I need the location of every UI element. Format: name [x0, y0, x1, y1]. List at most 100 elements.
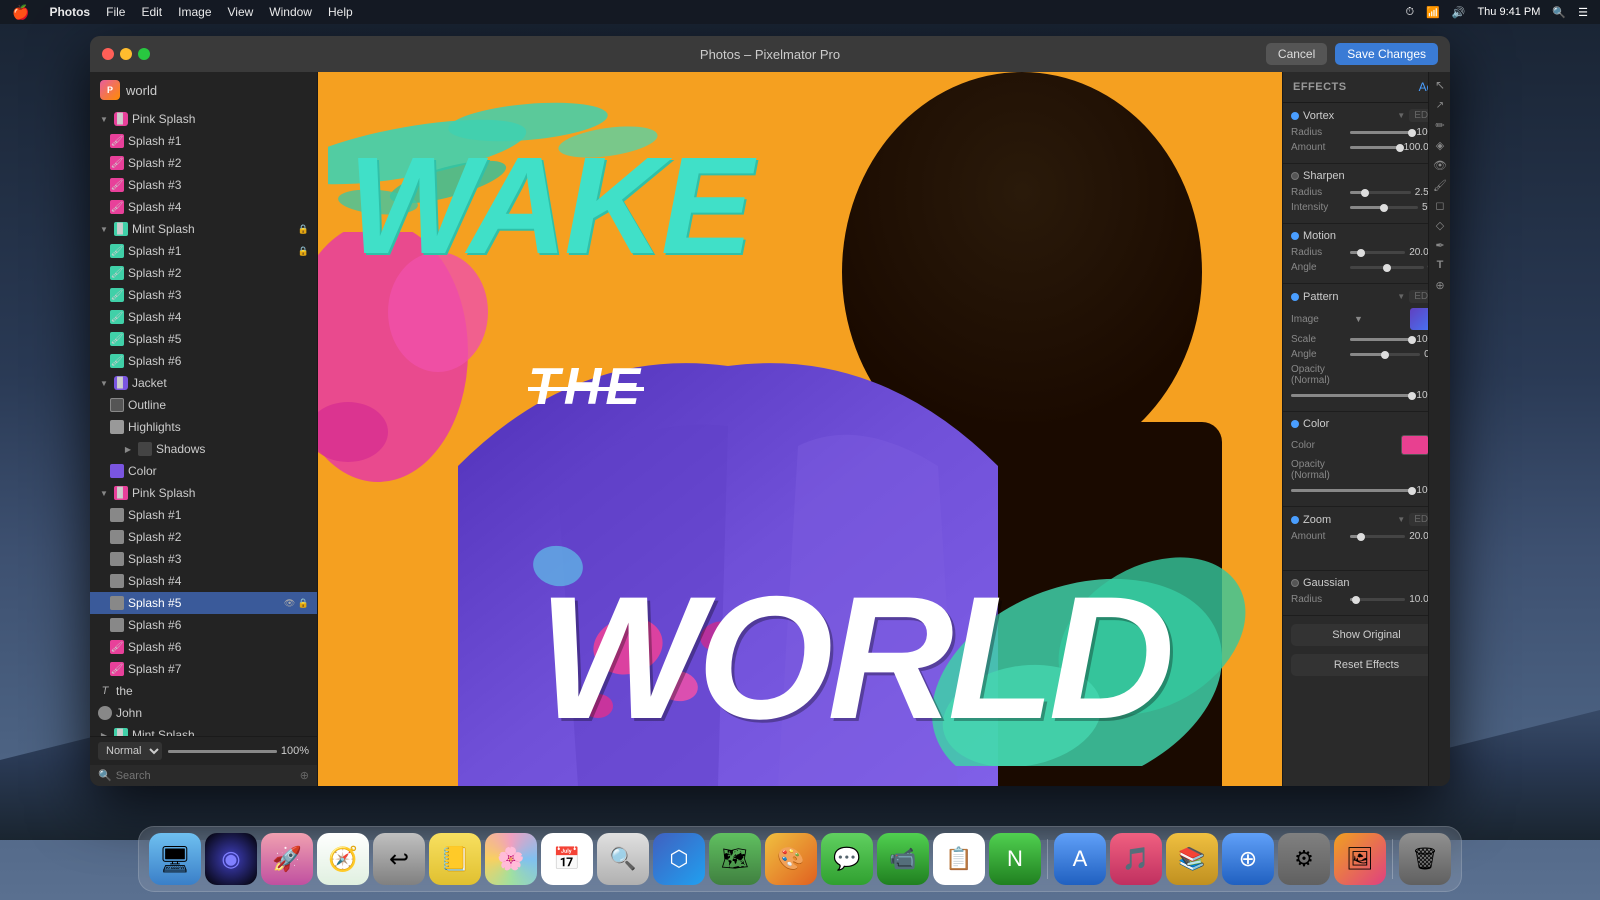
layer-splash-4b[interactable]: 🖌 Splash #4 — [90, 306, 317, 328]
effect-slider[interactable] — [1350, 535, 1405, 538]
layer-splash-2a[interactable]: 🖌 Splash #2 — [90, 152, 317, 174]
cancel-button[interactable]: Cancel — [1266, 43, 1327, 65]
effect-sharpen-header[interactable]: Sharpen ▼ — [1291, 170, 1442, 182]
layer-splash-6b[interactable]: 🖌 Splash #6 — [90, 350, 317, 372]
layer-jacket-group[interactable]: ▼ ▊ Jacket — [90, 372, 317, 394]
layers-list[interactable]: ▼ ▊ Pink Splash 🖌 Splash #1 🖌 Splash #2 … — [90, 104, 317, 736]
show-original-button[interactable]: Show Original — [1291, 624, 1442, 646]
paint-tool[interactable]: ✏ — [1431, 116, 1449, 134]
dock-numbers[interactable]: N — [989, 833, 1041, 885]
menu-help[interactable]: Help — [328, 5, 353, 19]
effect-slider[interactable] — [1350, 131, 1412, 134]
effect-thumb[interactable] — [1408, 336, 1416, 344]
reset-effects-button[interactable]: Reset Effects — [1291, 654, 1442, 676]
blend-mode-select[interactable]: Normal — [98, 742, 162, 760]
layer-mint-splash-group[interactable]: ▼ ▊ Mint Splash 🔒 — [90, 218, 317, 240]
effect-zoom-header[interactable]: Zoom ▼ EDIT — [1291, 513, 1442, 526]
close-button[interactable] — [102, 48, 114, 60]
dock-appstore2[interactable]: ⊕ — [1222, 833, 1274, 885]
time-machine-icon[interactable]: ⏱ — [1405, 6, 1414, 19]
opacity-slider-track[interactable] — [168, 750, 277, 753]
effect-thumb[interactable] — [1357, 249, 1365, 257]
dock-launchpad[interactable]: 🚀 — [261, 833, 313, 885]
paint-tool-2[interactable]: 🖌 — [1431, 176, 1449, 194]
notification-icon[interactable]: ☰ — [1578, 6, 1588, 19]
spotlight-icon[interactable]: 🔍 — [1552, 6, 1566, 19]
effect-enabled-dot[interactable] — [1291, 232, 1299, 240]
effect-slider[interactable] — [1350, 146, 1400, 149]
layer-splash-1c[interactable]: Splash #1 — [90, 504, 317, 526]
type-tool[interactable]: T — [1431, 256, 1449, 274]
effect-enabled-dot[interactable] — [1291, 172, 1299, 180]
effect-color-header[interactable]: Color ▼ — [1291, 418, 1442, 430]
dock-photo-library[interactable]: 🖼 — [1334, 833, 1386, 885]
cursor-tool[interactable]: ↖ — [1431, 76, 1449, 94]
canvas-area[interactable]: WAKE — [318, 72, 1282, 786]
effect-slider[interactable] — [1350, 598, 1405, 601]
layer-highlights[interactable]: Highlights — [90, 416, 317, 438]
effect-thumb[interactable] — [1383, 264, 1391, 272]
effect-gaussian-header[interactable]: Gaussian ▼ — [1291, 577, 1442, 589]
layer-splash-5c[interactable]: Splash #5 👁 🔒 — [90, 592, 317, 614]
effect-slider[interactable] — [1350, 251, 1405, 254]
effect-vortex-header[interactable]: Vortex ▼ EDIT — [1291, 109, 1442, 122]
dock-itunes[interactable]: 🎵 — [1110, 833, 1162, 885]
cursor-tool-2[interactable]: ↗ — [1431, 96, 1449, 114]
dock-siri[interactable]: ◉ — [205, 833, 257, 885]
effect-thumb[interactable] — [1408, 487, 1416, 495]
pen-tool[interactable]: ✒ — [1431, 236, 1449, 254]
effect-chevron[interactable]: ▼ — [1397, 111, 1405, 120]
dock-maps[interactable]: 🗺 — [709, 833, 761, 885]
filter-icon[interactable]: ⊕ — [300, 769, 309, 782]
dock-finder[interactable]: 🖥 — [149, 833, 201, 885]
menu-window[interactable]: Window — [269, 5, 312, 19]
effect-slider[interactable] — [1350, 353, 1420, 356]
effect-thumb[interactable] — [1380, 204, 1388, 212]
effect-slider[interactable] — [1350, 338, 1412, 341]
dock-appstore[interactable]: A — [1054, 833, 1106, 885]
layer-toggle[interactable]: ▼ — [98, 377, 110, 389]
dock-facetime[interactable]: 📹 — [877, 833, 929, 885]
layer-splash-4a[interactable]: 🖌 Splash #4 — [90, 196, 317, 218]
layer-splash-3b[interactable]: 🖌 Splash #3 — [90, 284, 317, 306]
layer-the[interactable]: T the — [90, 680, 317, 702]
layer-toggle[interactable]: ▶ — [98, 729, 110, 736]
layer-toggle[interactable]: ▼ — [98, 113, 110, 125]
menu-edit[interactable]: Edit — [141, 5, 162, 19]
layer-splash-2b[interactable]: 🖌 Splash #2 — [90, 262, 317, 284]
effect-pattern-header[interactable]: Pattern ▼ EDIT — [1291, 290, 1442, 303]
image-chevron[interactable]: ▼ — [1354, 314, 1363, 324]
layer-pink-splash-group[interactable]: ▼ ▊ Pink Splash — [90, 108, 317, 130]
dock-safari[interactable]: 🧭 — [317, 833, 369, 885]
layer-toggle[interactable]: ▼ — [98, 223, 110, 235]
maximize-button[interactable] — [138, 48, 150, 60]
color-swatch[interactable] — [1401, 435, 1429, 455]
layer-splash-6c[interactable]: Splash #6 — [90, 614, 317, 636]
effect-thumb[interactable] — [1396, 144, 1404, 152]
effect-enabled-dot[interactable] — [1291, 516, 1299, 524]
layer-color[interactable]: Color — [90, 460, 317, 482]
dock-artboard[interactable]: 🎨 — [765, 833, 817, 885]
eraser-tool[interactable]: ◻ — [1431, 196, 1449, 214]
save-changes-button[interactable]: Save Changes — [1335, 43, 1438, 65]
effect-slider[interactable] — [1350, 266, 1424, 269]
effect-slider[interactable] — [1350, 206, 1418, 209]
effect-slider[interactable] — [1350, 191, 1411, 194]
layer-toggle[interactable]: ▶ — [122, 443, 134, 455]
layer-splash-6c2[interactable]: 🖌 Splash #6 — [90, 636, 317, 658]
dock-stickies[interactable]: 📒 — [429, 833, 481, 885]
layer-shadows[interactable]: ▶ Shadows — [90, 438, 317, 460]
effect-enabled-dot[interactable] — [1291, 112, 1299, 120]
dock-quicklook[interactable]: 🔍 — [597, 833, 649, 885]
effect-slider[interactable] — [1291, 489, 1412, 492]
menu-file[interactable]: File — [106, 5, 125, 19]
effect-enabled-dot[interactable] — [1291, 579, 1299, 587]
search-input[interactable] — [116, 770, 296, 782]
dock-files[interactable]: ⬡ — [653, 833, 705, 885]
wifi-icon[interactable]: 📶 — [1426, 6, 1440, 19]
layer-toggle[interactable]: ▼ — [98, 487, 110, 499]
dock-photos[interactable]: 🌸 — [485, 833, 537, 885]
effect-enabled-dot[interactable] — [1291, 420, 1299, 428]
shape-tool[interactable]: ◇ — [1431, 216, 1449, 234]
effect-thumb[interactable] — [1352, 596, 1360, 604]
